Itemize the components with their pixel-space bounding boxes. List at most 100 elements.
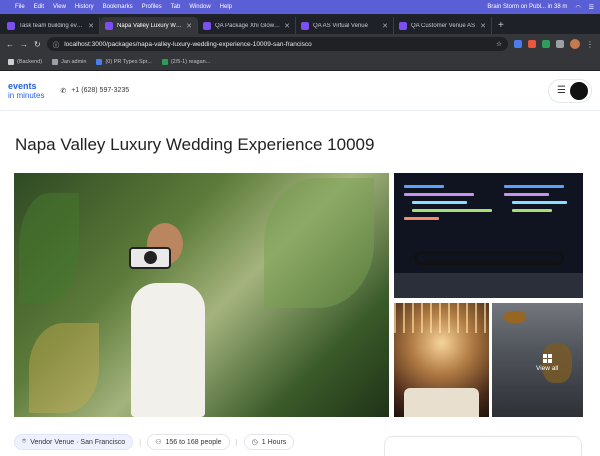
close-tab-icon[interactable]: ✕ <box>88 22 94 30</box>
booking-card <box>384 436 582 456</box>
people-icon: ⚇ <box>155 439 162 446</box>
new-tab-button[interactable]: + <box>492 20 510 34</box>
code-line <box>512 201 567 204</box>
extensions-area: ⋮ <box>514 39 594 49</box>
tab-qa-package[interactable]: QA Package Xhi Glowrd in Pub... ✕ <box>198 17 296 34</box>
menu-bookmarks[interactable]: Bookmarks <box>103 4 133 10</box>
tab-title: Napa Valley Luxury Wedding... <box>117 22 182 29</box>
photographer-figure <box>109 223 229 417</box>
close-tab-icon[interactable]: ✕ <box>480 22 486 30</box>
site-favicon-icon <box>301 21 309 30</box>
tab-team-building[interactable]: Task team building events in... ✕ <box>2 17 100 34</box>
clock-icon: ◷ <box>251 439 258 446</box>
view-all-label: View all <box>536 365 559 372</box>
menu-help[interactable]: Help <box>220 4 232 10</box>
site-favicon-icon <box>399 21 407 30</box>
site-favicon-icon <box>203 21 211 30</box>
wifi-icon[interactable]: ◠ <box>575 4 580 11</box>
back-icon[interactable]: ← <box>6 40 14 49</box>
code-screen-photo[interactable] <box>394 173 583 298</box>
calendar-status[interactable]: Brain Storm on Publ... in 38 m <box>487 4 567 10</box>
bookmark-item[interactable]: (0) PR Types Spr... <box>96 59 152 65</box>
location-badge[interactable]: ⌾ Vendor Venue · San Francisco <box>14 434 134 450</box>
extension-icon[interactable] <box>528 40 536 48</box>
close-tab-icon[interactable]: ✕ <box>382 22 388 30</box>
tab-title: QA AS Virtual Venue <box>313 22 368 29</box>
code-line <box>412 201 467 204</box>
tab-title: QA Package Xhi Glowrd in Pub... <box>215 22 280 29</box>
close-tab-icon[interactable]: ✕ <box>186 22 192 30</box>
tab-qa-customer-venue[interactable]: QA Customer Venue AS ✕ <box>394 17 492 34</box>
site-info-icon[interactable]: ⓘ <box>53 39 60 49</box>
code-line <box>412 209 492 212</box>
main-photo[interactable] <box>14 173 389 417</box>
desk-shape <box>394 273 583 298</box>
code-line <box>404 185 444 188</box>
folder-icon <box>8 59 14 65</box>
menu-tab[interactable]: Tab <box>171 4 181 10</box>
bookmark-label: Jan admin <box>61 59 87 65</box>
site-favicon-icon <box>7 21 15 30</box>
string-lights <box>394 303 489 333</box>
puzzle-icon[interactable] <box>556 40 564 48</box>
extension-icon[interactable] <box>514 40 522 48</box>
torso-shape <box>131 283 205 417</box>
os-menubar: File Edit View History Bookmarks Profile… <box>0 0 600 14</box>
glasses-shape <box>414 251 564 265</box>
photo-gallery: View all <box>14 173 583 417</box>
site-favicon-icon <box>105 21 113 30</box>
extension-icon[interactable] <box>542 40 550 48</box>
page-title: Napa Valley Luxury Wedding Experience 10… <box>15 135 375 154</box>
code-line <box>504 193 549 196</box>
logo-line-1: events <box>8 80 37 91</box>
code-line <box>404 193 474 196</box>
control-center-icon[interactable]: ☰ <box>589 4 594 11</box>
view-all-button[interactable]: View all <box>536 354 558 372</box>
menu-edit[interactable]: Edit <box>34 4 44 10</box>
avatar <box>570 81 588 100</box>
package-info-row: ⌾ Vendor Venue · San Francisco | ⚇ 156 t… <box>14 434 295 450</box>
code-line <box>404 217 439 220</box>
user-menu-button[interactable]: ☰ <box>548 78 592 103</box>
tab-napa-valley[interactable]: Napa Valley Luxury Wedding... ✕ <box>100 17 198 34</box>
party-photo[interactable] <box>394 303 489 417</box>
reload-icon[interactable]: ↻ <box>34 40 41 49</box>
bookmark-star-icon[interactable]: ☆ <box>496 40 502 48</box>
bookmark-item[interactable]: (2/5-1) reagan... <box>161 59 211 65</box>
tab-qa-virtual-venue[interactable]: QA AS Virtual Venue ✕ <box>296 17 394 34</box>
menu-window[interactable]: Window <box>189 4 210 10</box>
table-shape <box>404 388 479 417</box>
leaf-decoration <box>264 178 374 308</box>
bookmark-item[interactable]: (Backend) <box>8 59 42 65</box>
forward-icon[interactable]: → <box>20 40 28 49</box>
page-icon <box>52 59 59 65</box>
menu-view[interactable]: View <box>53 4 66 10</box>
menu-history[interactable]: History <box>75 4 94 10</box>
browser-toolbar: ← → ↻ ⓘ localhost:3000/packages/napa-val… <box>0 34 600 54</box>
menu-profiles[interactable]: Profiles <box>142 4 162 10</box>
leaf-decoration <box>29 323 99 413</box>
url-text[interactable]: localhost:3000/packages/napa-valley-luxu… <box>64 41 491 48</box>
phone-link[interactable]: ✆ +1 (628) 597-3235 <box>60 87 129 95</box>
site-logo[interactable]: events in minutes <box>8 80 44 100</box>
more-menu-icon[interactable]: ⋮ <box>586 40 594 49</box>
address-bar[interactable]: ⓘ localhost:3000/packages/napa-valley-lu… <box>46 37 508 51</box>
browser-tab-strip: Task team building events in... ✕ Napa V… <box>0 14 600 34</box>
divider: | <box>235 437 238 447</box>
bookmark-item[interactable]: Jan admin <box>52 59 86 65</box>
profile-avatar[interactable] <box>570 39 580 49</box>
tab-title: QA Customer Venue AS <box>411 22 476 29</box>
camera-icon <box>129 247 171 269</box>
bookmark-label: (0) PR Types Spr... <box>105 59 152 65</box>
hamburger-icon: ☰ <box>557 85 566 96</box>
close-tab-icon[interactable]: ✕ <box>284 22 290 30</box>
grid-icon <box>542 354 552 363</box>
site-icon <box>161 59 168 65</box>
code-line <box>512 209 552 212</box>
bookmark-label: (2/5-1) reagan... <box>170 59 211 65</box>
site-header: events in minutes ✆ +1 (628) 597-3235 ☰ <box>0 71 600 111</box>
leaf-decoration <box>19 193 79 303</box>
menu-file[interactable]: File <box>15 4 25 10</box>
bookmark-label: (Backend) <box>17 59 43 65</box>
bookmarks-bar: (Backend) Jan admin (0) PR Types Spr... … <box>0 54 600 71</box>
